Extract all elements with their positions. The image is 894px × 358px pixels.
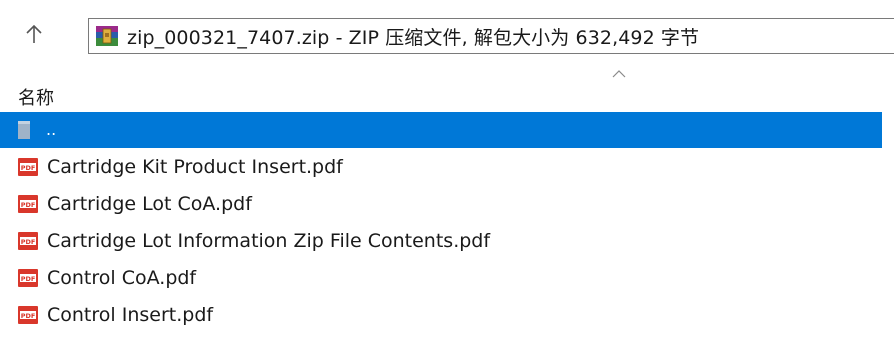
winrar-archive-icon [96, 26, 118, 46]
svg-text:PDF: PDF [21, 274, 36, 282]
file-list: .. PDF Cartridge Kit Product Insert.pdf … [0, 112, 894, 333]
toolbar: zip_000321_7407.zip - ZIP 压缩文件, 解包大小为 63… [0, 0, 894, 64]
chevron-up-icon [612, 70, 626, 78]
list-item-label: Cartridge Kit Product Insert.pdf [47, 155, 343, 178]
list-item[interactable]: PDF Cartridge Kit Product Insert.pdf [0, 148, 894, 185]
svg-text:PDF: PDF [21, 237, 36, 245]
svg-text:PDF: PDF [21, 163, 36, 171]
svg-text:PDF: PDF [21, 200, 36, 208]
list-item[interactable]: PDF Control Insert.pdf [0, 296, 894, 333]
svg-text:PDF: PDF [21, 311, 36, 319]
pdf-icon: PDF [18, 305, 38, 324]
list-item[interactable]: PDF Cartridge Lot CoA.pdf [0, 185, 894, 222]
list-item-label: Cartridge Lot Information Zip File Conte… [47, 229, 491, 252]
list-item-label: Control Insert.pdf [47, 303, 214, 326]
address-text: zip_000321_7407.zip - ZIP 压缩文件, 解包大小为 63… [127, 26, 700, 49]
list-item-parent-folder[interactable]: .. [0, 112, 882, 148]
up-folder-button[interactable] [22, 22, 46, 46]
list-item[interactable]: PDF Cartridge Lot Information Zip File C… [0, 222, 894, 259]
pdf-icon: PDF [18, 194, 38, 213]
pdf-icon: PDF [18, 231, 38, 250]
list-item-label: Cartridge Lot CoA.pdf [47, 192, 252, 215]
pdf-icon: PDF [18, 157, 38, 176]
list-item[interactable]: PDF Control CoA.pdf [0, 259, 894, 296]
folder-up-icon [18, 121, 30, 139]
address-bar[interactable]: zip_000321_7407.zip - ZIP 压缩文件, 解包大小为 63… [88, 18, 894, 54]
pdf-icon: PDF [18, 268, 38, 287]
list-item-label: Control CoA.pdf [47, 266, 197, 289]
name-column-header[interactable]: 名称 [18, 84, 54, 110]
up-arrow-icon [26, 24, 42, 43]
column-header[interactable]: 名称 [0, 68, 894, 110]
list-item-label: .. [46, 120, 57, 139]
